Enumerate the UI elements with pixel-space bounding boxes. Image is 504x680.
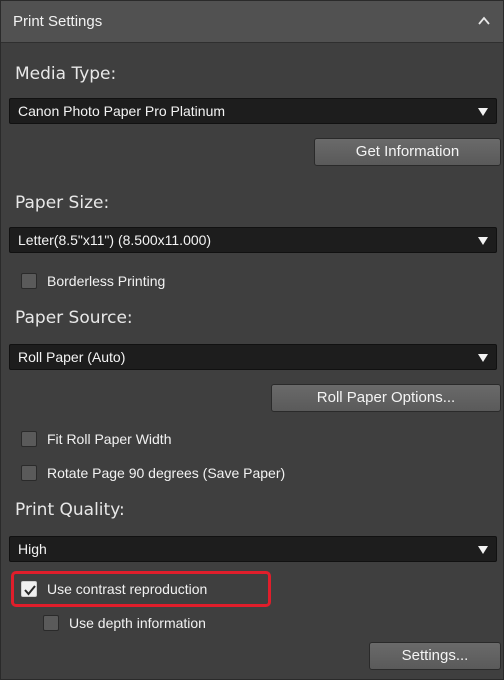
panel-header[interactable]: Print Settings	[1, 1, 503, 43]
rotate-page-label: Rotate Page 90 degrees (Save Paper)	[47, 465, 286, 481]
paper-size-value: Letter(8.5"x11") (8.500x11.000)	[18, 232, 212, 248]
use-contrast-reproduction-label: Use contrast reproduction	[47, 581, 208, 597]
checkbox-box[interactable]	[21, 581, 37, 597]
print-settings-panel: Print Settings Media Type: Canon Photo P…	[0, 0, 504, 680]
rotate-page-checkbox[interactable]: Rotate Page 90 degrees (Save Paper)	[21, 463, 381, 485]
print-quality-select[interactable]: High	[9, 536, 497, 562]
paper-size-label: Paper Size:	[15, 193, 110, 213]
dropdown-arrow-icon	[478, 546, 488, 554]
paper-source-select[interactable]: Roll Paper (Auto)	[9, 344, 497, 370]
media-type-select[interactable]: Canon Photo Paper Pro Platinum	[9, 98, 497, 124]
roll-paper-options-button[interactable]: Roll Paper Options...	[271, 384, 501, 412]
settings-button[interactable]: Settings...	[369, 642, 501, 670]
dropdown-arrow-icon	[478, 354, 488, 362]
media-type-label: Media Type:	[15, 64, 117, 84]
borderless-printing-checkbox[interactable]: Borderless Printing	[21, 271, 321, 293]
use-depth-information-label: Use depth information	[69, 615, 206, 631]
use-contrast-reproduction-checkbox[interactable]: Use contrast reproduction	[21, 579, 261, 601]
dropdown-arrow-icon	[478, 108, 488, 116]
media-type-value: Canon Photo Paper Pro Platinum	[18, 103, 226, 119]
fit-roll-paper-width-checkbox[interactable]: Fit Roll Paper Width	[21, 429, 321, 451]
paper-source-label: Paper Source:	[15, 308, 133, 328]
fit-roll-paper-width-label: Fit Roll Paper Width	[47, 431, 172, 447]
checkmark-icon	[24, 585, 36, 596]
chevron-up-icon[interactable]	[475, 12, 493, 30]
checkbox-box[interactable]	[21, 465, 37, 481]
paper-source-value: Roll Paper (Auto)	[18, 349, 126, 365]
checkbox-box[interactable]	[21, 431, 37, 447]
checkbox-box[interactable]	[43, 615, 59, 631]
use-depth-information-checkbox[interactable]: Use depth information	[43, 613, 303, 635]
checkbox-box[interactable]	[21, 273, 37, 289]
paper-size-select[interactable]: Letter(8.5"x11") (8.500x11.000)	[9, 227, 497, 253]
print-quality-value: High	[18, 541, 47, 557]
borderless-printing-label: Borderless Printing	[47, 273, 166, 289]
print-quality-label: Print Quality:	[15, 500, 125, 520]
dropdown-arrow-icon	[478, 237, 488, 245]
get-information-button[interactable]: Get Information	[314, 138, 501, 166]
panel-title: Print Settings	[13, 13, 103, 30]
